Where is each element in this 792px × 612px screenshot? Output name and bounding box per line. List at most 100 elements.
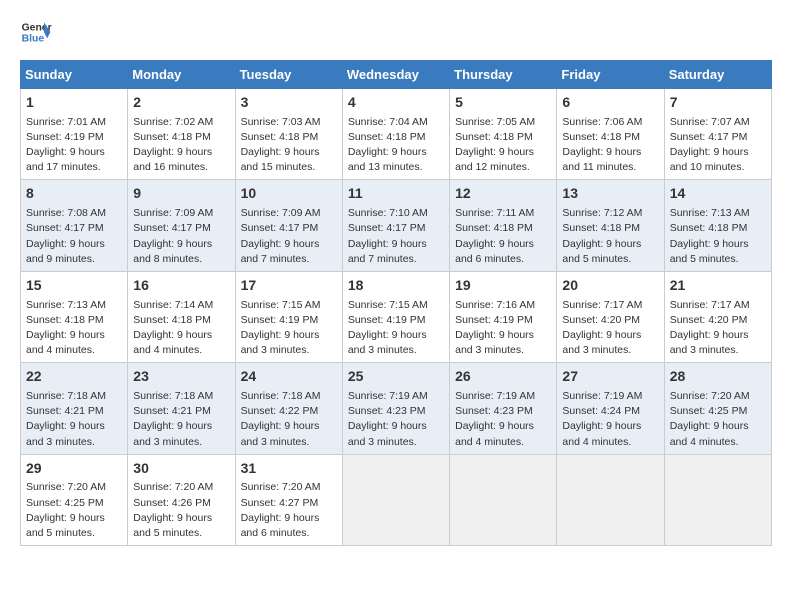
week-row-4: 22Sunrise: 7:18 AMSunset: 4:21 PMDayligh…: [21, 363, 772, 454]
day-cell: 14Sunrise: 7:13 AMSunset: 4:18 PMDayligh…: [664, 180, 771, 271]
day-info: Sunrise: 7:10 AMSunset: 4:17 PMDaylight:…: [348, 206, 444, 267]
day-cell: 22Sunrise: 7:18 AMSunset: 4:21 PMDayligh…: [21, 363, 128, 454]
day-info: Sunrise: 7:13 AMSunset: 4:18 PMDaylight:…: [670, 206, 766, 267]
day-cell: 12Sunrise: 7:11 AMSunset: 4:18 PMDayligh…: [450, 180, 557, 271]
header-cell-thursday: Thursday: [450, 61, 557, 89]
day-cell: [664, 454, 771, 545]
day-number: 17: [241, 276, 337, 296]
day-info: Sunrise: 7:20 AMSunset: 4:25 PMDaylight:…: [26, 480, 122, 541]
day-number: 20: [562, 276, 658, 296]
day-number: 22: [26, 367, 122, 387]
day-info: Sunrise: 7:09 AMSunset: 4:17 PMDaylight:…: [133, 206, 229, 267]
day-info: Sunrise: 7:13 AMSunset: 4:18 PMDaylight:…: [26, 298, 122, 359]
header-cell-sunday: Sunday: [21, 61, 128, 89]
header-cell-tuesday: Tuesday: [235, 61, 342, 89]
day-cell: 10Sunrise: 7:09 AMSunset: 4:17 PMDayligh…: [235, 180, 342, 271]
day-info: Sunrise: 7:07 AMSunset: 4:17 PMDaylight:…: [670, 115, 766, 176]
day-number: 1: [26, 93, 122, 113]
day-info: Sunrise: 7:02 AMSunset: 4:18 PMDaylight:…: [133, 115, 229, 176]
day-info: Sunrise: 7:08 AMSunset: 4:17 PMDaylight:…: [26, 206, 122, 267]
day-info: Sunrise: 7:18 AMSunset: 4:21 PMDaylight:…: [133, 389, 229, 450]
day-number: 31: [241, 459, 337, 479]
header-row: SundayMondayTuesdayWednesdayThursdayFrid…: [21, 61, 772, 89]
day-number: 25: [348, 367, 444, 387]
header-cell-saturday: Saturday: [664, 61, 771, 89]
day-cell: [342, 454, 449, 545]
day-info: Sunrise: 7:06 AMSunset: 4:18 PMDaylight:…: [562, 115, 658, 176]
day-cell: 28Sunrise: 7:20 AMSunset: 4:25 PMDayligh…: [664, 363, 771, 454]
day-info: Sunrise: 7:19 AMSunset: 4:23 PMDaylight:…: [348, 389, 444, 450]
day-number: 9: [133, 184, 229, 204]
header: General Blue: [20, 16, 772, 48]
day-number: 30: [133, 459, 229, 479]
day-cell: 5Sunrise: 7:05 AMSunset: 4:18 PMDaylight…: [450, 89, 557, 180]
day-info: Sunrise: 7:18 AMSunset: 4:21 PMDaylight:…: [26, 389, 122, 450]
day-info: Sunrise: 7:14 AMSunset: 4:18 PMDaylight:…: [133, 298, 229, 359]
logo: General Blue: [20, 16, 56, 48]
day-number: 2: [133, 93, 229, 113]
day-info: Sunrise: 7:12 AMSunset: 4:18 PMDaylight:…: [562, 206, 658, 267]
day-number: 8: [26, 184, 122, 204]
day-cell: 8Sunrise: 7:08 AMSunset: 4:17 PMDaylight…: [21, 180, 128, 271]
day-cell: [557, 454, 664, 545]
svg-text:Blue: Blue: [22, 34, 45, 45]
day-number: 26: [455, 367, 551, 387]
day-number: 10: [241, 184, 337, 204]
week-row-1: 1Sunrise: 7:01 AMSunset: 4:19 PMDaylight…: [21, 89, 772, 180]
day-number: 24: [241, 367, 337, 387]
day-cell: 6Sunrise: 7:06 AMSunset: 4:18 PMDaylight…: [557, 89, 664, 180]
day-cell: 21Sunrise: 7:17 AMSunset: 4:20 PMDayligh…: [664, 271, 771, 362]
day-cell: 27Sunrise: 7:19 AMSunset: 4:24 PMDayligh…: [557, 363, 664, 454]
logo-icon: General Blue: [20, 16, 52, 48]
day-cell: 18Sunrise: 7:15 AMSunset: 4:19 PMDayligh…: [342, 271, 449, 362]
day-info: Sunrise: 7:11 AMSunset: 4:18 PMDaylight:…: [455, 206, 551, 267]
header-cell-wednesday: Wednesday: [342, 61, 449, 89]
calendar-table: SundayMondayTuesdayWednesdayThursdayFrid…: [20, 60, 772, 546]
day-cell: 15Sunrise: 7:13 AMSunset: 4:18 PMDayligh…: [21, 271, 128, 362]
day-cell: [450, 454, 557, 545]
day-cell: 17Sunrise: 7:15 AMSunset: 4:19 PMDayligh…: [235, 271, 342, 362]
day-cell: 3Sunrise: 7:03 AMSunset: 4:18 PMDaylight…: [235, 89, 342, 180]
day-number: 27: [562, 367, 658, 387]
day-info: Sunrise: 7:17 AMSunset: 4:20 PMDaylight:…: [670, 298, 766, 359]
day-cell: 20Sunrise: 7:17 AMSunset: 4:20 PMDayligh…: [557, 271, 664, 362]
day-number: 15: [26, 276, 122, 296]
day-cell: 9Sunrise: 7:09 AMSunset: 4:17 PMDaylight…: [128, 180, 235, 271]
day-cell: 24Sunrise: 7:18 AMSunset: 4:22 PMDayligh…: [235, 363, 342, 454]
day-cell: 23Sunrise: 7:18 AMSunset: 4:21 PMDayligh…: [128, 363, 235, 454]
day-info: Sunrise: 7:18 AMSunset: 4:22 PMDaylight:…: [241, 389, 337, 450]
day-cell: 31Sunrise: 7:20 AMSunset: 4:27 PMDayligh…: [235, 454, 342, 545]
day-cell: 16Sunrise: 7:14 AMSunset: 4:18 PMDayligh…: [128, 271, 235, 362]
day-cell: 26Sunrise: 7:19 AMSunset: 4:23 PMDayligh…: [450, 363, 557, 454]
day-cell: 25Sunrise: 7:19 AMSunset: 4:23 PMDayligh…: [342, 363, 449, 454]
day-number: 16: [133, 276, 229, 296]
day-number: 5: [455, 93, 551, 113]
week-row-5: 29Sunrise: 7:20 AMSunset: 4:25 PMDayligh…: [21, 454, 772, 545]
day-info: Sunrise: 7:05 AMSunset: 4:18 PMDaylight:…: [455, 115, 551, 176]
day-info: Sunrise: 7:17 AMSunset: 4:20 PMDaylight:…: [562, 298, 658, 359]
day-cell: 13Sunrise: 7:12 AMSunset: 4:18 PMDayligh…: [557, 180, 664, 271]
day-number: 19: [455, 276, 551, 296]
day-cell: 2Sunrise: 7:02 AMSunset: 4:18 PMDaylight…: [128, 89, 235, 180]
day-cell: 11Sunrise: 7:10 AMSunset: 4:17 PMDayligh…: [342, 180, 449, 271]
day-info: Sunrise: 7:20 AMSunset: 4:25 PMDaylight:…: [670, 389, 766, 450]
day-info: Sunrise: 7:15 AMSunset: 4:19 PMDaylight:…: [348, 298, 444, 359]
day-number: 3: [241, 93, 337, 113]
day-number: 14: [670, 184, 766, 204]
day-number: 6: [562, 93, 658, 113]
day-cell: 1Sunrise: 7:01 AMSunset: 4:19 PMDaylight…: [21, 89, 128, 180]
day-info: Sunrise: 7:15 AMSunset: 4:19 PMDaylight:…: [241, 298, 337, 359]
day-cell: 19Sunrise: 7:16 AMSunset: 4:19 PMDayligh…: [450, 271, 557, 362]
day-number: 23: [133, 367, 229, 387]
day-number: 28: [670, 367, 766, 387]
day-number: 21: [670, 276, 766, 296]
header-cell-monday: Monday: [128, 61, 235, 89]
day-number: 11: [348, 184, 444, 204]
day-info: Sunrise: 7:19 AMSunset: 4:24 PMDaylight:…: [562, 389, 658, 450]
day-number: 7: [670, 93, 766, 113]
day-info: Sunrise: 7:09 AMSunset: 4:17 PMDaylight:…: [241, 206, 337, 267]
day-info: Sunrise: 7:01 AMSunset: 4:19 PMDaylight:…: [26, 115, 122, 176]
day-info: Sunrise: 7:03 AMSunset: 4:18 PMDaylight:…: [241, 115, 337, 176]
header-cell-friday: Friday: [557, 61, 664, 89]
day-cell: 4Sunrise: 7:04 AMSunset: 4:18 PMDaylight…: [342, 89, 449, 180]
